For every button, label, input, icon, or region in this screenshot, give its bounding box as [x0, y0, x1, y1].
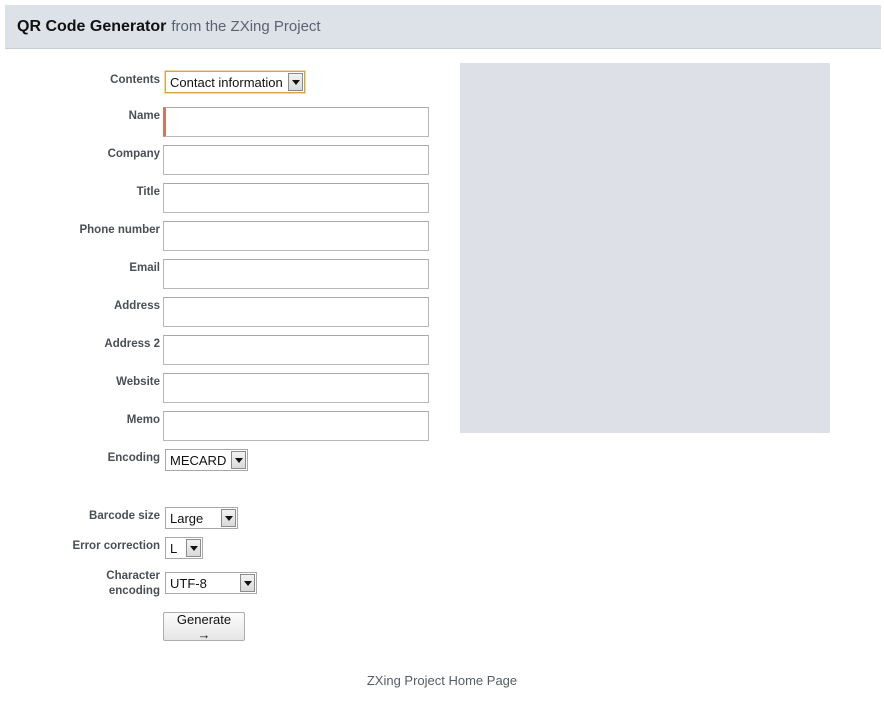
email-label: Email: [129, 262, 160, 274]
encoding-label: Encoding: [107, 452, 160, 464]
barcode-size-select[interactable]: Large: [165, 507, 238, 529]
name-label: Name: [128, 110, 160, 122]
error-correction-select-value: L: [170, 540, 178, 556]
memo-label: Memo: [126, 414, 160, 426]
chevron-down-icon: [288, 73, 303, 91]
encoding-select[interactable]: MECARD: [165, 449, 248, 471]
title-field[interactable]: [163, 183, 429, 213]
generate-button[interactable]: Generate →: [163, 612, 245, 642]
character-encoding-label: Character encoding: [0, 569, 160, 599]
character-encoding-select-value: UTF-8: [170, 575, 207, 591]
chevron-down-icon: [221, 509, 236, 527]
error-correction-label: Error correction: [72, 540, 160, 552]
address-2-label: Address 2: [104, 338, 160, 350]
barcode-size-label: Barcode size: [89, 510, 160, 522]
footer: ZXing Project Home Page: [0, 673, 884, 688]
company-field[interactable]: [163, 145, 429, 175]
website-field[interactable]: [163, 373, 429, 403]
page-subtitle: from the ZXing Project: [171, 18, 321, 35]
zxing-home-link[interactable]: ZXing Project Home Page: [367, 673, 517, 688]
page-title: QR Code Generator: [17, 17, 167, 35]
character-encoding-label-line2: encoding: [108, 585, 160, 597]
chevron-down-icon: [240, 574, 255, 592]
character-encoding-label-line1: Character: [106, 570, 160, 582]
phone-number-label: Phone number: [79, 224, 160, 236]
name-field[interactable]: [163, 107, 429, 137]
contents-label: Contents: [110, 74, 160, 86]
error-correction-select[interactable]: L: [165, 537, 203, 559]
email-field[interactable]: [163, 259, 429, 289]
company-label: Company: [107, 148, 160, 160]
phone-number-field[interactable]: [163, 221, 429, 251]
character-encoding-select[interactable]: UTF-8: [165, 572, 257, 594]
website-label: Website: [116, 376, 160, 388]
qr-code-preview: [460, 63, 830, 433]
chevron-down-icon: [186, 539, 201, 557]
address-2-field[interactable]: [163, 335, 429, 365]
contents-select-value: Contact information: [170, 74, 283, 90]
address-label: Address: [113, 300, 160, 312]
encoding-select-value: MECARD: [170, 452, 227, 468]
page-header: QR Code Generator from the ZXing Project: [5, 5, 881, 49]
contents-select[interactable]: Contact information: [165, 71, 305, 93]
address-field[interactable]: [163, 297, 429, 327]
memo-field[interactable]: [163, 411, 429, 441]
chevron-down-icon: [231, 451, 246, 469]
title-label: Title: [136, 186, 160, 198]
barcode-size-select-value: Large: [170, 510, 204, 526]
